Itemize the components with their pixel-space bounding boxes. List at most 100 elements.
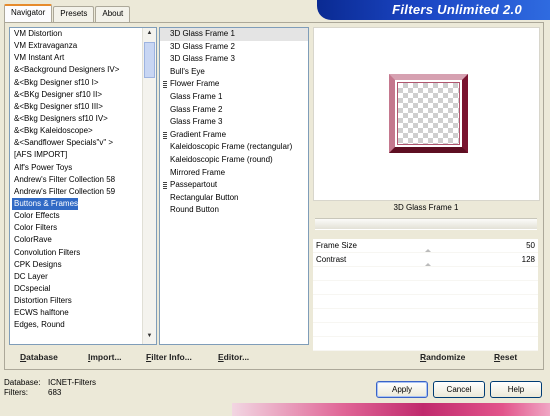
background-decoration bbox=[232, 403, 550, 416]
filter-item-label: Passepartout bbox=[170, 180, 218, 190]
editor-button[interactable]: Editor... bbox=[218, 352, 249, 362]
param-contrast[interactable]: Contrast 128 bbox=[313, 253, 538, 267]
category-item[interactable]: &<Bkg Designers sf10 IV> bbox=[10, 113, 156, 125]
scroll-up-arrow-icon[interactable]: ▲ bbox=[145, 30, 154, 39]
filter-item[interactable]: Bull's Eye bbox=[160, 66, 308, 79]
category-item[interactable]: Alf's Power Toys bbox=[10, 162, 156, 174]
import-button[interactable]: Import... bbox=[88, 352, 122, 362]
scrollbar-thumb[interactable] bbox=[144, 42, 155, 78]
param-frame-size[interactable]: Frame Size 50 bbox=[313, 239, 538, 253]
category-item[interactable]: &<Sandflower Specials"v" > bbox=[10, 137, 156, 149]
category-item[interactable]: [AFS IMPORT] bbox=[10, 149, 156, 161]
category-item[interactable]: Andrew's Filter Collection 59 bbox=[10, 186, 156, 198]
tab-about[interactable]: About bbox=[95, 6, 131, 22]
database-label: Database: bbox=[4, 378, 41, 387]
category-item[interactable]: &<Bkg Kaleidoscope> bbox=[10, 125, 156, 137]
param-label: Contrast bbox=[316, 255, 347, 264]
parameter-list: Frame Size 50 Contrast 128 bbox=[313, 239, 538, 351]
param-empty-row bbox=[313, 267, 538, 281]
filter-list[interactable]: 3D Glass Frame 1 3D Glass Frame 2 3D Glass… bbox=[159, 27, 309, 345]
filter-item-label: Kaleidoscopic Frame (rectangular) bbox=[170, 142, 293, 152]
category-item[interactable]: VM Instant Art bbox=[10, 52, 156, 64]
category-list[interactable]: VM Distortion VM Extravaganza VM Instant A… bbox=[9, 27, 157, 345]
filter-item[interactable]: 3D Glass Frame 3 bbox=[160, 53, 308, 66]
status-info: Database: ICNET-Filters Filters: 683 bbox=[4, 378, 96, 398]
category-item[interactable]: &<BKg Designer sf10 II> bbox=[10, 89, 156, 101]
help-button[interactable]: Help bbox=[490, 381, 542, 398]
filter-info-button[interactable]: Filter Info... bbox=[146, 352, 192, 362]
filter-item-label: Rectangular Button bbox=[170, 192, 239, 202]
scroll-down-arrow-icon[interactable]: ▼ bbox=[145, 333, 154, 342]
filter-item[interactable]: Round Button bbox=[160, 204, 308, 217]
category-item[interactable]: ColorRave bbox=[10, 234, 156, 246]
category-item[interactable]: DCspecial bbox=[10, 283, 156, 295]
filter-group-icon bbox=[163, 182, 167, 190]
slider-tick-icon bbox=[425, 249, 431, 252]
filter-item[interactable]: Glass Frame 1 bbox=[160, 91, 308, 104]
category-item[interactable]: DC Layer bbox=[10, 271, 156, 283]
param-empty-row bbox=[313, 281, 538, 295]
param-empty-row bbox=[313, 323, 538, 337]
filter-items: 3D Glass Frame 1 3D Glass Frame 2 3D Glass… bbox=[160, 28, 308, 217]
filter-item[interactable]: 3D Glass Frame 1 bbox=[160, 28, 308, 41]
navigator-toolbar: Database Import... Filter Info... Editor… bbox=[4, 349, 542, 368]
category-item[interactable]: Color Effects bbox=[10, 210, 156, 222]
category-item[interactable]: Distortion Filters bbox=[10, 295, 156, 307]
randomize-button[interactable]: Randomize bbox=[420, 352, 465, 362]
category-item[interactable]: Edges, Round bbox=[10, 319, 156, 331]
filter-item-label: Flower Frame bbox=[170, 79, 220, 89]
category-item[interactable]: VM Extravaganza bbox=[10, 40, 156, 52]
filter-item[interactable]: Rectangular Button bbox=[160, 192, 308, 205]
filter-item[interactable]: Passepartout bbox=[160, 179, 308, 192]
category-items: VM Distortion VM Extravaganza VM Instant A… bbox=[10, 28, 156, 332]
reset-button[interactable]: Reset bbox=[494, 352, 517, 362]
category-item[interactable]: Convolution Filters bbox=[10, 247, 156, 259]
slider-tick-icon bbox=[425, 263, 431, 266]
preview-area bbox=[313, 27, 540, 201]
category-item[interactable]: &<Bkg Designer sf10 III> bbox=[10, 101, 156, 113]
filter-item-label: Glass Frame 2 bbox=[170, 104, 223, 114]
param-empty-row bbox=[313, 295, 538, 309]
filter-item-label: Gradient Frame bbox=[170, 129, 227, 139]
filter-item[interactable]: Kaleidoscopic Frame (round) bbox=[160, 154, 308, 167]
cancel-button[interactable]: Cancel bbox=[433, 381, 485, 398]
filter-item[interactable]: 3D Glass Frame 2 bbox=[160, 41, 308, 54]
filter-item[interactable]: Glass Frame 3 bbox=[160, 116, 308, 129]
param-value: 50 bbox=[526, 241, 535, 250]
database-button[interactable]: Database bbox=[20, 352, 58, 362]
filter-item[interactable]: Glass Frame 2 bbox=[160, 104, 308, 117]
selected-filter-name: 3D Glass Frame 1 bbox=[393, 203, 459, 212]
filter-item[interactable]: Gradient Frame bbox=[160, 129, 308, 142]
database-value: ICNET-Filters bbox=[48, 378, 96, 387]
filter-item[interactable]: Flower Frame bbox=[160, 78, 308, 91]
category-scrollbar[interactable]: ▲ ▼ bbox=[142, 28, 156, 344]
title-banner: Filters Unlimited 2.0 bbox=[317, 0, 550, 20]
category-item[interactable]: &<Background Designers IV> bbox=[10, 64, 156, 76]
filter-item[interactable]: Mirrored Frame bbox=[160, 167, 308, 180]
param-label: Frame Size bbox=[316, 241, 357, 250]
filter-item-label: Glass Frame 1 bbox=[170, 91, 223, 101]
category-item[interactable]: &<Bkg Designer sf10 I> bbox=[10, 77, 156, 89]
filter-item-label: Round Button bbox=[170, 205, 219, 215]
filter-item-label: Mirrored Frame bbox=[170, 167, 226, 177]
param-empty-row bbox=[313, 309, 538, 323]
filter-item-label: 3D Glass Frame 3 bbox=[170, 54, 235, 64]
apply-button[interactable]: Apply bbox=[376, 381, 428, 398]
category-item[interactable]: ECWS halftone bbox=[10, 307, 156, 319]
filter-item[interactable]: Kaleidoscopic Frame (rectangular) bbox=[160, 141, 308, 154]
filter-item-label: Glass Frame 3 bbox=[170, 117, 223, 127]
category-item[interactable]: Buttons & Frames bbox=[12, 197, 78, 211]
tab-navigator[interactable]: Navigator bbox=[4, 4, 53, 23]
param-value: 128 bbox=[521, 255, 535, 264]
tab-presets[interactable]: Presets bbox=[53, 6, 95, 22]
tab-bar: Navigator Presets About bbox=[4, 4, 131, 23]
filter-item-label: Bull's Eye bbox=[170, 66, 205, 76]
parameter-slider-track[interactable] bbox=[315, 218, 537, 230]
category-item[interactable]: Color Filters bbox=[10, 222, 156, 234]
category-item[interactable]: CPK Designs bbox=[10, 259, 156, 271]
filter-item-label: Kaleidoscopic Frame (round) bbox=[170, 154, 273, 164]
category-item[interactable]: Andrew's Filter Collection 58 bbox=[10, 174, 156, 186]
category-item[interactable]: VM Distortion bbox=[10, 28, 156, 40]
filter-item-label: 3D Glass Frame 2 bbox=[170, 41, 235, 51]
filter-group-icon bbox=[163, 81, 167, 89]
